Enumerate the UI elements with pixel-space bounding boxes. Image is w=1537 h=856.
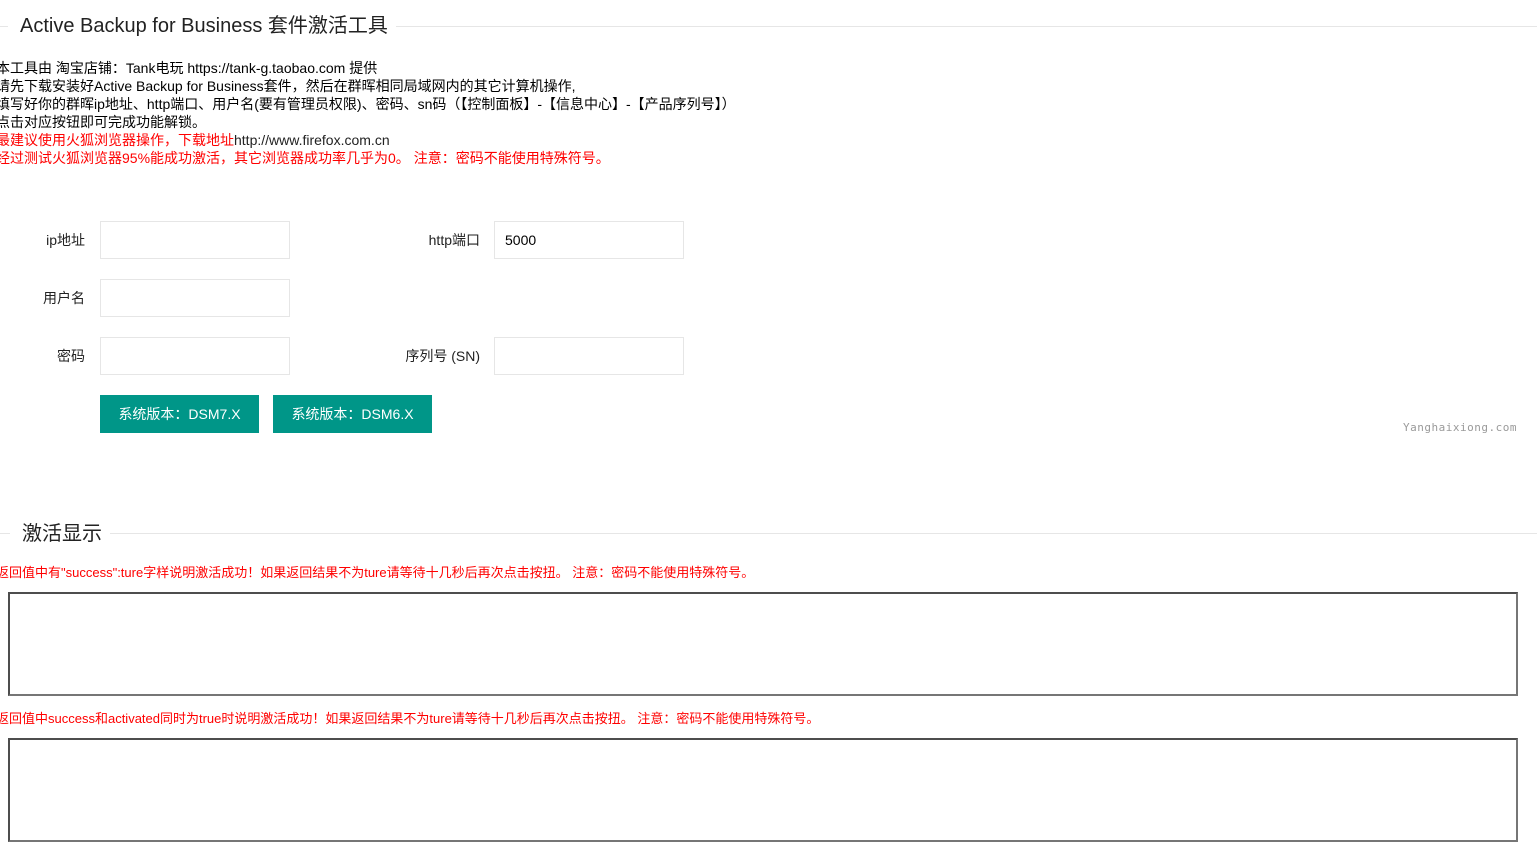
firefox-tip-line: 最建议使用火狐浏览器操作，下载地址http://www.firefox.com.… <box>0 131 736 149</box>
result-note-dsm7: 返回值中有"success":ture字样说明激活成功！如果返回结果不为ture… <box>0 565 755 580</box>
results-title: 激活显示 <box>10 522 110 546</box>
page-title: Active Backup for Business 套件激活工具 <box>8 14 396 38</box>
result-output-dsm6[interactable] <box>8 738 1518 842</box>
username-input[interactable] <box>100 279 290 317</box>
instruction-line-1: 本工具由 淘宝店铺：Tank电玩 https://tank-g.taobao.c… <box>0 60 378 76</box>
instructions-block: 本工具由 淘宝店铺：Tank电玩 https://tank-g.taobao.c… <box>0 59 736 167</box>
port-input[interactable] <box>494 221 684 259</box>
result-output-dsm7[interactable] <box>8 592 1518 696</box>
username-label: 用户名 <box>43 290 85 306</box>
instruction-line-4: 点击对应按钮即可完成功能解锁。 <box>0 114 206 130</box>
test-tip: 经过测试火狐浏览器95%能成功激活，其它浏览器成功率几乎为0。 注意：密码不能使… <box>0 150 610 166</box>
ip-input[interactable] <box>100 221 290 259</box>
instruction-line-2: 请先下载安装好Active Backup for Business套件，然后在群… <box>0 78 576 94</box>
activation-tool-page: Active Backup for Business 套件激活工具 本工具由 淘… <box>0 0 1537 856</box>
sn-input[interactable] <box>494 337 684 375</box>
result-note-dsm6: 返回值中success和activated同时为true时说明激活成功！如果返回… <box>0 711 820 726</box>
results-divider <box>0 533 1537 534</box>
firefox-download-link[interactable]: http://www.firefox.com.cn <box>234 132 390 148</box>
ip-label: ip地址 <box>46 232 85 248</box>
password-label: 密码 <box>57 348 85 364</box>
dsm7-activate-button[interactable]: 系统版本：DSM7.X <box>100 395 259 433</box>
instruction-line-3: 填写好你的群晖ip地址、http端口、用户名(要有管理员权限)、密码、sn码（【… <box>0 96 736 112</box>
watermark: Yanghaixiong.com <box>1403 421 1517 434</box>
password-input[interactable] <box>100 337 290 375</box>
firefox-tip: 最建议使用火狐浏览器操作，下载地址 <box>0 132 234 148</box>
dsm6-activate-button[interactable]: 系统版本：DSM6.X <box>273 395 432 433</box>
port-label: http端口 <box>428 232 480 248</box>
sn-label: 序列号 (SN) <box>405 348 480 364</box>
